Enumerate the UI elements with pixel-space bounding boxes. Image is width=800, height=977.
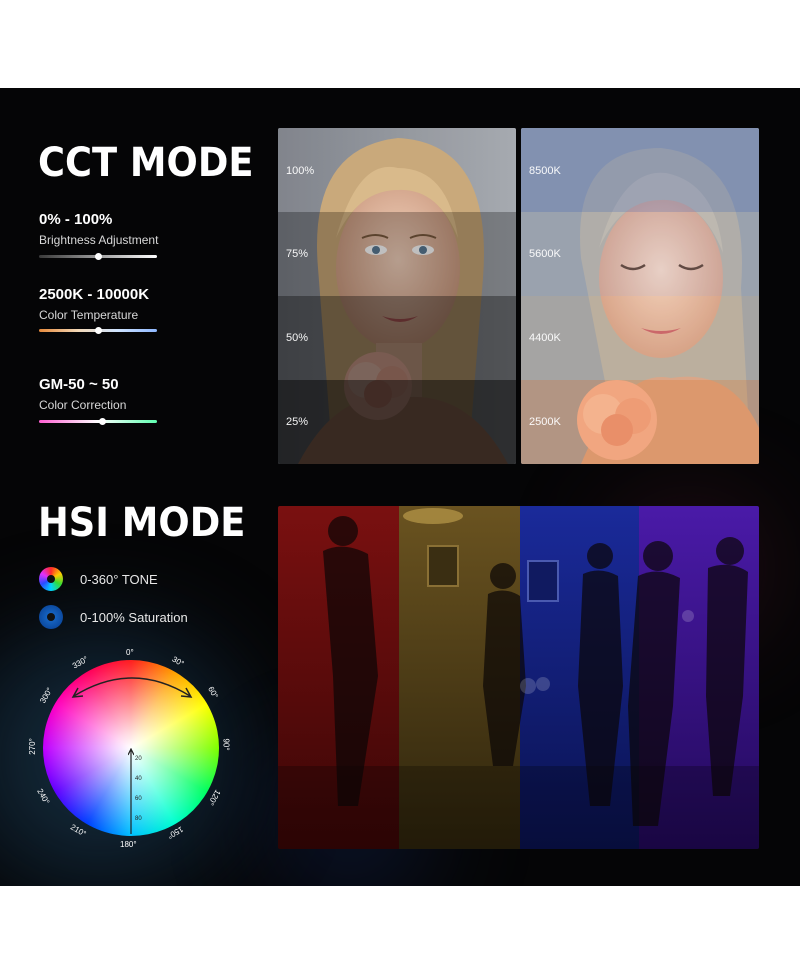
temperature-slider	[39, 327, 157, 334]
spec-label: Brightness Adjustment	[39, 233, 159, 247]
product-banner: CCT MODE 0% - 100% Brightness Adjustment…	[0, 88, 800, 886]
temperature-photo: 8500K 5600K 4400K 2500K	[521, 128, 759, 464]
spec-label: Color Temperature	[39, 308, 139, 322]
hue-label: 270°	[27, 738, 37, 755]
gm-slider	[39, 418, 157, 425]
hue-label: 0°	[126, 648, 134, 657]
band-label: 25%	[286, 416, 309, 428]
party-illustration	[278, 508, 759, 849]
spec-value: 2500K - 10000K	[39, 286, 150, 303]
band-label: 8500K	[529, 165, 561, 177]
saturation-icon	[39, 605, 63, 629]
hue-label: 180°	[120, 840, 137, 849]
band-label: 75%	[286, 248, 309, 260]
slider-knob	[99, 418, 106, 425]
band-label: 100%	[286, 165, 315, 177]
band-label: 5600K	[529, 248, 561, 260]
band-label: 50%	[286, 332, 309, 344]
saturation-tick: 80	[135, 816, 142, 822]
hsi-party-photo	[278, 506, 759, 849]
feature-label: 0-360° TONE	[80, 572, 158, 587]
brightness-photo: 100% 75% 50% 25%	[278, 128, 516, 464]
spec-label: Color Correction	[39, 398, 127, 412]
band-label: 4400K	[529, 332, 561, 344]
brightness-slider	[39, 253, 157, 260]
saturation-tick: 40	[135, 776, 142, 782]
saturation-scale-axis	[128, 748, 134, 834]
saturation-tick: 20	[135, 756, 142, 762]
feature-label: 0-100% Saturation	[80, 610, 188, 625]
spec-value: GM-50 ~ 50	[39, 376, 119, 393]
hue-label: 90°	[221, 738, 231, 751]
slider-knob	[95, 327, 102, 334]
saturation-tick: 60	[135, 796, 142, 802]
cct-mode-title: CCT MODE	[38, 140, 254, 186]
hue-arc-arrow	[71, 677, 193, 698]
slider-knob	[95, 253, 102, 260]
hsi-mode-title: HSI MODE	[38, 500, 246, 546]
spec-value: 0% - 100%	[39, 211, 113, 228]
band-label: 2500K	[529, 416, 561, 428]
color-wheel-icon	[39, 567, 63, 591]
